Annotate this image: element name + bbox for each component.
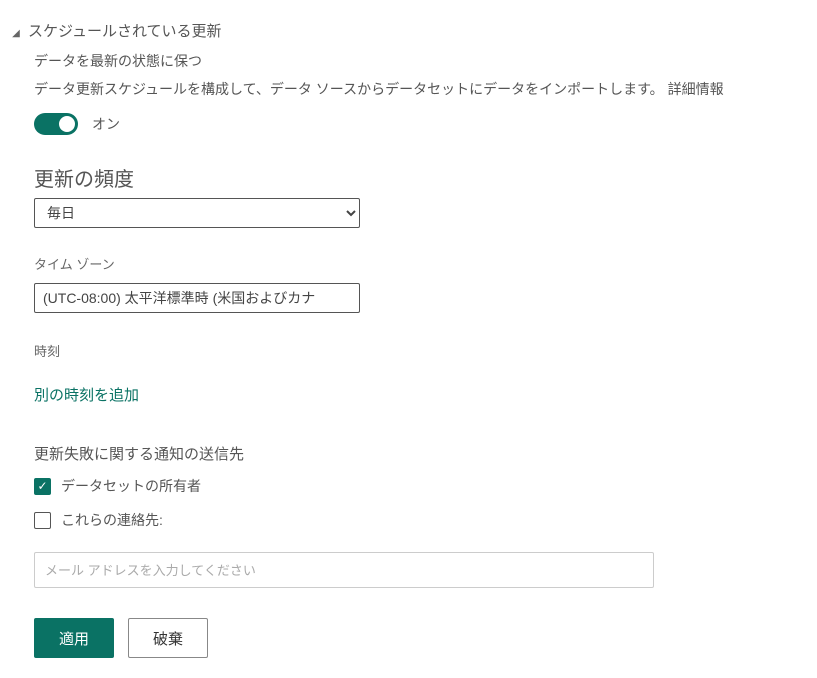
timezone-label: タイム ゾーン [34,254,817,273]
section-subtitle: データを最新の状態に保つ [34,51,817,71]
section-title: スケジュールされている更新 [28,20,222,41]
timezone-value: (UTC-08:00) 太平洋標準時 (米国およびカナ [43,288,315,308]
schedule-toggle[interactable] [34,113,78,135]
more-info-link[interactable]: 詳細情報 [668,81,724,97]
contacts-checkbox[interactable] [34,512,51,529]
timezone-select[interactable]: (UTC-08:00) 太平洋標準時 (米国およびカナ [34,283,360,313]
owner-checkbox[interactable]: ✓ [34,478,51,495]
toggle-label: オン [92,114,120,134]
discard-button[interactable]: 破棄 [128,618,208,658]
add-time-link[interactable]: 別の時刻を追加 [34,384,139,405]
toggle-knob [59,116,75,132]
section-description: データ更新スケジュールを構成して、データ ソースからデータセットにデータをインポ… [34,79,817,99]
time-label: 時刻 [34,341,817,360]
notify-heading: 更新失敗に関する通知の送信先 [34,443,817,464]
apply-button[interactable]: 適用 [34,618,114,658]
owner-checkbox-label: データセットの所有者 [61,476,201,496]
frequency-select[interactable]: 毎日 毎週 [34,198,360,228]
contacts-checkbox-label: これらの連絡先: [61,510,163,530]
email-input[interactable] [34,552,654,588]
frequency-heading: 更新の頻度 [34,163,817,192]
description-text: データ更新スケジュールを構成して、データ ソースからデータセットにデータをインポ… [34,81,664,97]
expand-icon[interactable]: ◢ [12,28,20,39]
